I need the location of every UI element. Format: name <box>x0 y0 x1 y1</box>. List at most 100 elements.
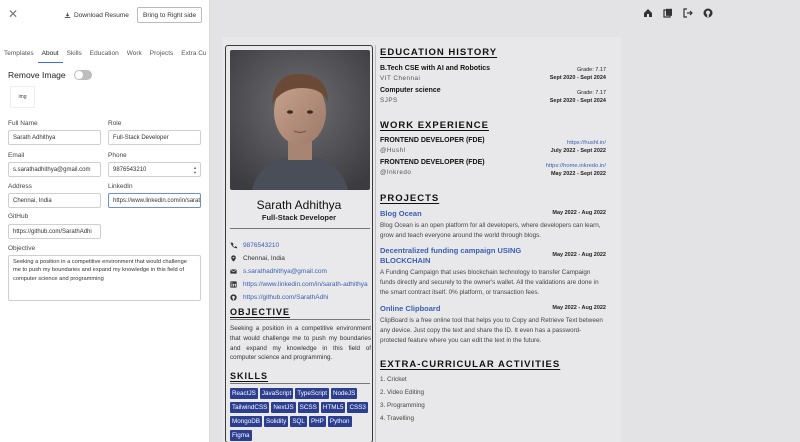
skill-chip: ReactJS <box>230 388 258 399</box>
tab-work[interactable]: Work <box>123 48 146 63</box>
tab-templates[interactable]: Templates <box>0 48 38 63</box>
contact-location-text: Chennai, India <box>243 255 285 262</box>
contact-email: s.sarathadhithya@gmail.com <box>230 268 327 275</box>
skill-chip: TailwindCSS <box>230 402 270 413</box>
education-grade: Grade: 7.17 <box>576 67 606 73</box>
skill-chip: JavaScript <box>259 388 294 399</box>
work-company: @Hushl <box>380 147 406 154</box>
address-label: Address <box>8 183 32 190</box>
tab-projects[interactable]: Projects <box>146 48 177 63</box>
linkedin-label: LinkedIn <box>108 183 133 190</box>
resume-name: Sarath Adhithya <box>256 198 342 212</box>
objective-heading: OBJECTIVE <box>230 307 291 317</box>
resume-preview: Sarath Adhithya Full-Stack Developer 987… <box>222 37 621 442</box>
contact-github-text[interactable]: https://github.com/SarathAdhi <box>243 294 328 301</box>
github-input[interactable]: https://github.com/SarathAdhi <box>8 224 101 239</box>
contact-linkedin-text[interactable]: https://www.linkedin.com/in/sarath-adhit… <box>243 281 368 288</box>
role-label: Role <box>108 120 122 127</box>
skill-chip: HTML5 <box>320 402 346 413</box>
address-input[interactable]: Chennai, India <box>8 193 101 208</box>
column-separator <box>375 45 376 442</box>
phone-input[interactable]: 9876543210 ▲ ▼ <box>108 162 201 177</box>
contact-phone-text[interactable]: 9876543210 <box>243 242 279 249</box>
project-dates: May 2022 - Aug 2022 <box>552 305 606 311</box>
work-dates: July 2022 - Sept 2022 <box>550 148 606 154</box>
tab-extra-curricular[interactable]: Extra Cu <box>177 48 209 63</box>
github-icon[interactable] <box>703 8 713 18</box>
linkedin-icon <box>230 281 237 288</box>
project-dates: May 2022 - Aug 2022 <box>552 252 606 258</box>
project-description: A Funding Campaign that uses blockchain … <box>380 269 599 296</box>
github-icon <box>230 294 237 301</box>
remove-image-toggle[interactable] <box>73 70 92 80</box>
tab-about[interactable]: About <box>37 48 63 63</box>
remove-image-row: Remove Image <box>8 70 92 80</box>
skills-divider <box>230 383 370 384</box>
skill-chip: MongoDB <box>230 416 263 427</box>
home-icon[interactable] <box>643 8 653 18</box>
bring-to-right-label: Bring to Right side <box>143 11 197 19</box>
skill-chip: Python <box>327 416 352 427</box>
phone-icon <box>230 242 237 249</box>
skill-chip: SQL <box>290 416 307 427</box>
project-description: Blog Ocean is an open platform for all d… <box>380 222 601 239</box>
contact-email-text[interactable]: s.sarathadhithya@gmail.com <box>243 268 327 275</box>
phone-label: Phone <box>108 152 127 159</box>
extra-curricular-heading: EXTRA-CURRICULAR ACTIVITIES <box>380 359 561 370</box>
work-heading: WORK EXPERIENCE <box>380 120 489 131</box>
full-name-input[interactable]: Sarath Adhithya <box>8 130 101 145</box>
download-resume-button[interactable]: Download Resume <box>64 7 129 23</box>
top-toolbar <box>643 8 713 20</box>
role-input[interactable]: Full-Stack Developer <box>108 130 201 145</box>
resume-main: EDUCATION HISTORY B.Tech CSE with AI and… <box>379 37 619 442</box>
full-name-label: Full Name <box>8 120 38 127</box>
download-resume-label: Download Resume <box>74 11 129 19</box>
section-tabs: Templates About Skills Education Work Pr… <box>0 48 209 64</box>
skill-chip: CSS3 <box>347 402 368 413</box>
close-icon[interactable]: ✕ <box>8 8 18 20</box>
skill-chip: NodeJS <box>330 388 358 399</box>
email-input[interactable]: s.sarathadhithya@gmail.com <box>8 162 101 177</box>
work-dates: May 2022 - Sept 2022 <box>550 171 606 177</box>
objective-divider <box>230 319 370 320</box>
work-link[interactable]: https://home.inkredo.in/ <box>546 163 606 169</box>
profile-photo <box>230 50 370 190</box>
location-icon <box>231 255 236 262</box>
copy-icon[interactable] <box>663 8 673 18</box>
profile-image-thumbnail[interactable]: img <box>10 86 35 108</box>
linkedin-input[interactable]: https://www.linkedin.com/in/sarat <box>108 193 201 208</box>
tab-skills[interactable]: Skills <box>63 48 86 63</box>
skill-chip: SCSS <box>297 402 319 413</box>
education-grade: Grade: 7.17 <box>576 90 606 96</box>
education-school: VIT Chennai <box>380 75 421 82</box>
download-icon <box>64 12 71 18</box>
objective-textarea[interactable]: Seeking a position in a competitive envi… <box>8 255 201 301</box>
objective-label: Objective <box>8 245 36 252</box>
work-title: FRONTEND DEVELOPER (FDE) <box>380 137 485 144</box>
education-heading: EDUCATION HISTORY <box>380 47 498 58</box>
work-link[interactable]: https://hushl.in/ <box>567 140 606 146</box>
contact-location: Chennai, India <box>230 255 285 262</box>
resume-role: Full-Stack Developer <box>261 213 337 222</box>
education-title: B.Tech CSE with AI and Robotics <box>380 65 491 72</box>
education-school: SJPS <box>380 97 398 104</box>
objective-text: Seeking a position in a competitive envi… <box>230 325 371 362</box>
logout-icon[interactable] <box>683 8 693 18</box>
contact-phone: 9876543210 <box>230 242 279 249</box>
project-title[interactable]: Blog Ocean <box>380 209 422 218</box>
skills-heading: SKILLS <box>230 371 269 381</box>
email-label: Email <box>8 152 25 159</box>
contact-github: https://github.com/SarathAdhi <box>230 294 328 301</box>
project-title[interactable]: Decentralized funding campaign USING BLO… <box>380 246 530 266</box>
contact-linkedin: https://www.linkedin.com/in/sarath-adhit… <box>230 281 368 288</box>
project-title[interactable]: Online Clipboard <box>380 304 440 313</box>
extra-curricular-item: 3. Programming <box>380 402 425 409</box>
phone-stepper-icon[interactable]: ▲ ▼ <box>193 165 197 175</box>
skill-chip: Figma <box>230 430 252 441</box>
skills-list: ReactJS JavaScript TypeScript NodeJS Tai… <box>230 388 374 441</box>
bring-to-right-button[interactable]: Bring to Right side <box>137 7 203 23</box>
tab-education[interactable]: Education <box>86 48 123 63</box>
skill-chip: TypeScript <box>295 388 329 399</box>
education-title: Computer science <box>380 87 441 94</box>
skill-chip: Solidity <box>264 416 289 427</box>
